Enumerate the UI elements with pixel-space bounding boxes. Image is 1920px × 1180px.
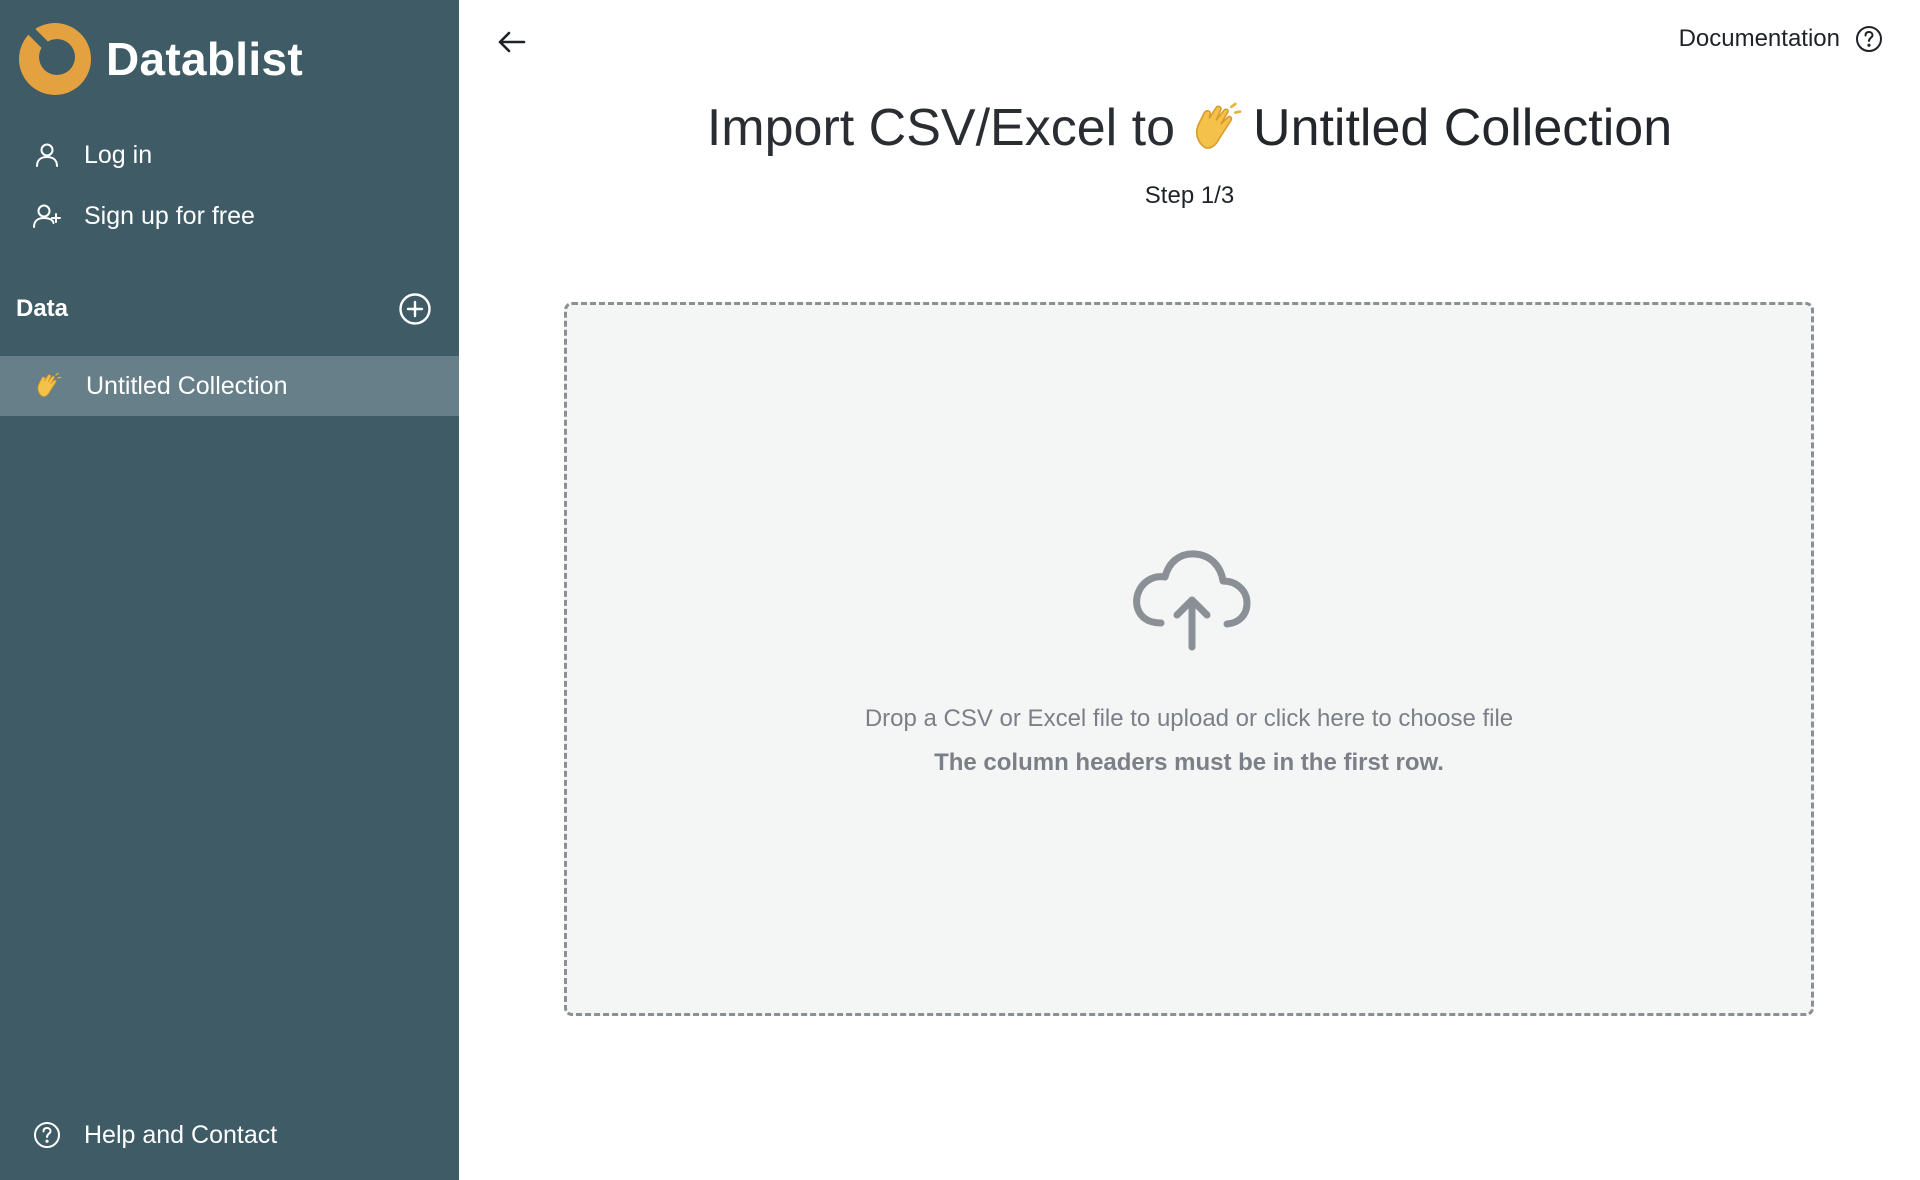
sidebar: Datablist Log in Sign up for free Data U… xyxy=(0,0,459,1180)
help-contact-label: Help and Contact xyxy=(84,1120,278,1149)
signup-label: Sign up for free xyxy=(84,201,255,230)
help-contact-link[interactable]: Help and Contact xyxy=(32,1120,277,1150)
user-plus-icon xyxy=(33,204,61,228)
user-icon xyxy=(36,143,58,167)
datablist-logo-icon xyxy=(19,23,91,95)
waving-hand-icon xyxy=(37,372,62,397)
documentation-label: Documentation xyxy=(1678,25,1840,52)
waving-hand-icon xyxy=(1195,102,1242,149)
page-title-prefix: Import CSV/Excel to xyxy=(706,99,1176,157)
add-collection-icon[interactable] xyxy=(398,292,432,326)
brand[interactable]: Datablist xyxy=(18,22,303,96)
brand-name: Datablist xyxy=(106,33,303,85)
sidebar-item-untitled-collection[interactable]: Untitled Collection xyxy=(0,356,459,416)
page-title-collection-name: Untitled Collection xyxy=(1253,99,1673,157)
help-circle-icon xyxy=(1856,26,1882,52)
documentation-link[interactable]: Documentation xyxy=(1679,24,1884,54)
file-dropzone[interactable]: Drop a CSV or Excel file to upload or cl… xyxy=(564,302,1814,1016)
help-circle-icon xyxy=(34,1122,60,1148)
cloud-upload-icon xyxy=(1133,550,1251,651)
login-label: Log in xyxy=(84,140,153,169)
data-section-header: Data xyxy=(16,290,432,328)
data-section-title: Data xyxy=(16,295,69,322)
login-link[interactable]: Log in xyxy=(32,140,152,170)
dropzone-hint: The column headers must be in the first … xyxy=(934,749,1444,776)
back-arrow-icon[interactable] xyxy=(494,24,530,60)
sidebar-item-label: Untitled Collection xyxy=(86,371,288,400)
signup-link[interactable]: Sign up for free xyxy=(32,201,255,231)
step-indicator: Step 1/3 xyxy=(1144,182,1235,209)
page-title: Import CSV/Excel to Untitled Collection xyxy=(459,98,1920,158)
dropzone-instructions: Drop a CSV or Excel file to upload or cl… xyxy=(864,705,1514,732)
